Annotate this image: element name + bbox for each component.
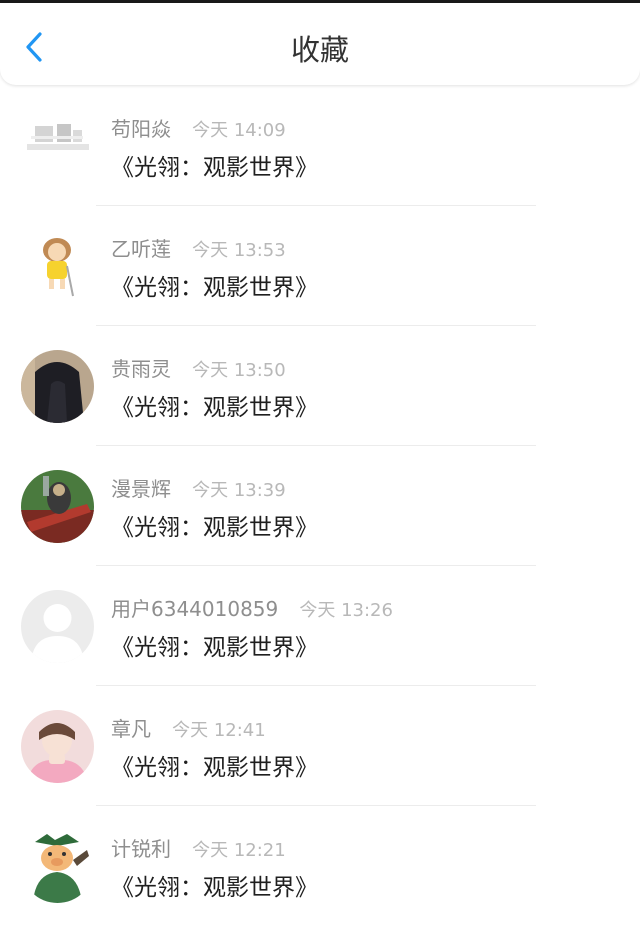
timestamp: 今天 14:09 <box>192 120 286 141</box>
user-name[interactable]: 漫景辉 <box>111 477 171 501</box>
list-item[interactable]: 乙听莲 今天 13:53 《光翎：观影世界》 <box>0 206 640 326</box>
item-meta: 章凡 今天 12:41 <box>111 713 266 741</box>
favorite-title[interactable]: 《光翎：观影世界》 <box>111 748 318 782</box>
item-meta: 贵雨灵 今天 13:50 <box>111 353 286 381</box>
user-name[interactable]: 计锐利 <box>111 837 171 861</box>
list-item[interactable]: 用户6344010859 今天 13:26 《光翎：观影世界》 <box>0 566 640 686</box>
user-name[interactable]: 用户6344010859 <box>111 597 278 621</box>
avatar[interactable] <box>21 710 94 783</box>
list-item[interactable]: 章凡 今天 12:41 《光翎：观影世界》 <box>0 686 640 806</box>
user-name[interactable]: 章凡 <box>111 717 151 741</box>
nav-header: 收藏 <box>0 3 640 85</box>
favorite-title[interactable]: 《光翎：观影世界》 <box>111 628 318 662</box>
item-meta: 计锐利 今天 12:21 <box>111 833 286 861</box>
avatar[interactable] <box>21 830 94 903</box>
favorites-list: 苟阳焱 今天 14:09 《光翎：观影世界》 乙听莲 今天 13:53 《光翎：… <box>0 86 640 926</box>
user-name[interactable]: 苟阳焱 <box>111 117 171 141</box>
avatar[interactable] <box>21 470 94 543</box>
user-name[interactable]: 贵雨灵 <box>111 357 171 381</box>
favorite-title[interactable]: 《光翎：观影世界》 <box>111 148 318 182</box>
timestamp: 今天 13:53 <box>192 240 286 261</box>
list-item[interactable]: 苟阳焱 今天 14:09 《光翎：观影世界》 <box>0 86 640 206</box>
timestamp: 今天 13:50 <box>192 360 286 381</box>
favorite-title[interactable]: 《光翎：观影世界》 <box>111 868 318 902</box>
item-meta: 乙听莲 今天 13:53 <box>111 233 286 261</box>
timestamp: 今天 13:26 <box>299 600 393 621</box>
favorite-title[interactable]: 《光翎：观影世界》 <box>111 508 318 542</box>
timestamp: 今天 12:41 <box>172 720 266 741</box>
timestamp: 今天 12:21 <box>192 840 286 861</box>
avatar[interactable] <box>21 350 94 423</box>
timestamp: 今天 13:39 <box>192 480 286 501</box>
user-name[interactable]: 乙听莲 <box>111 237 171 261</box>
item-meta: 用户6344010859 今天 13:26 <box>111 593 393 621</box>
avatar[interactable] <box>21 230 94 303</box>
avatar[interactable] <box>21 590 94 663</box>
item-meta: 漫景辉 今天 13:39 <box>111 473 286 501</box>
list-item[interactable]: 漫景辉 今天 13:39 《光翎：观影世界》 <box>0 446 640 566</box>
page-title: 收藏 <box>290 33 349 67</box>
favorite-title[interactable]: 《光翎：观影世界》 <box>111 388 318 422</box>
item-meta: 苟阳焱 今天 14:09 <box>111 113 286 141</box>
avatar[interactable] <box>21 110 94 183</box>
list-item[interactable]: 贵雨灵 今天 13:50 《光翎：观影世界》 <box>0 326 640 446</box>
list-item[interactable]: 计锐利 今天 12:21 《光翎：观影世界》 <box>0 806 640 926</box>
favorite-title[interactable]: 《光翎：观影世界》 <box>111 268 318 302</box>
